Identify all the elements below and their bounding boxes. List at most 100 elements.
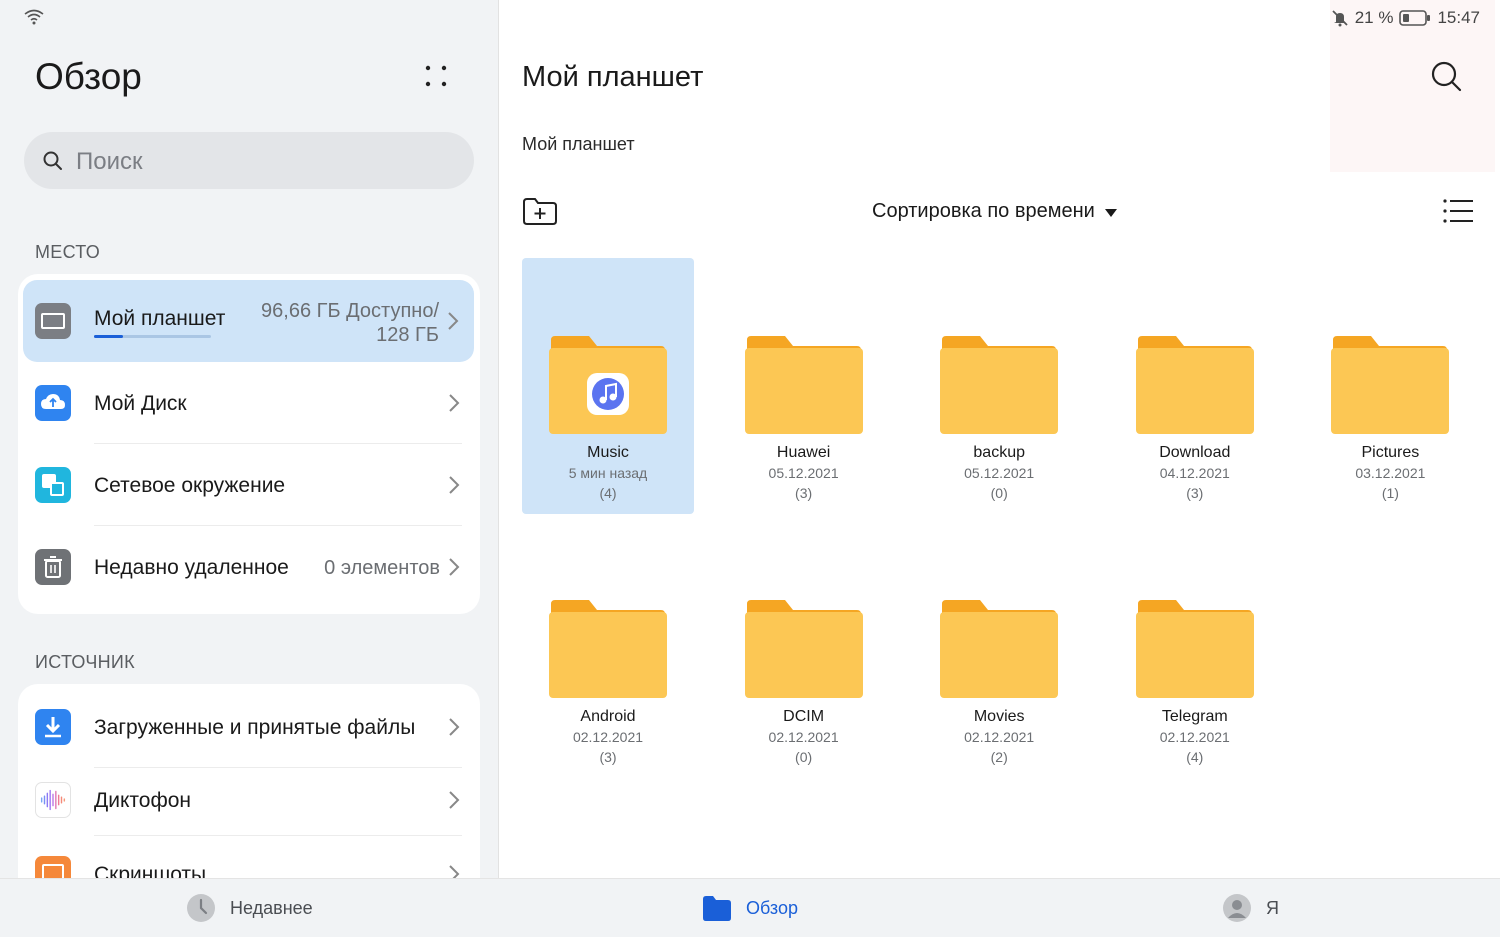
breadcrumb[interactable]: Мой планшет xyxy=(522,134,635,155)
nav-me[interactable]: Я xyxy=(1222,893,1279,923)
folder-tile[interactable]: Huawei 05.12.2021 (3) xyxy=(718,258,890,514)
folder-title: Мой планшет xyxy=(522,61,704,93)
chevron-right-icon xyxy=(449,865,460,878)
folder-icon xyxy=(1135,336,1254,434)
folder-tile[interactable]: Music 5 мин назад (4) xyxy=(522,258,694,514)
chevron-right-icon xyxy=(449,394,460,412)
folder-tile[interactable]: Download 04.12.2021 (3) xyxy=(1109,258,1281,514)
place-item-my-disk[interactable]: Мой Диск xyxy=(18,362,480,444)
folder-tile[interactable]: backup 05.12.2021 (0) xyxy=(913,258,1085,514)
folder-icon xyxy=(549,600,667,698)
storage-usage-bar xyxy=(94,335,211,338)
wifi-icon xyxy=(24,9,44,25)
nav-recent-label: Недавнее xyxy=(230,897,313,918)
nav-recent[interactable]: Недавнее xyxy=(186,893,313,923)
folder-item-count: (0) xyxy=(990,485,1008,501)
screenshot-icon xyxy=(35,856,71,878)
nav-browse-label: Обзор xyxy=(746,897,798,918)
chevron-right-icon xyxy=(449,476,460,494)
nav-me-label: Я xyxy=(1266,897,1279,918)
place-item-label: Сетевое окружение xyxy=(94,474,286,497)
folder-icon xyxy=(744,336,863,434)
folder-name: Pictures xyxy=(1361,444,1420,461)
folder-tile[interactable]: Movies 02.12.2021 (2) xyxy=(913,522,1085,778)
source-card: Загруженные и принятые файлы Диктофон Ск… xyxy=(18,684,480,878)
chevron-right-icon xyxy=(449,791,460,809)
folder-date: 03.12.2021 xyxy=(1355,465,1426,481)
source-item-recorder[interactable]: Диктофон xyxy=(18,762,480,836)
folder-item-count: (1) xyxy=(1381,485,1399,501)
more-options-icon[interactable] xyxy=(420,60,452,92)
folder-icon xyxy=(1135,600,1254,698)
source-item-label: Загруженные и принятые файлы xyxy=(94,716,416,739)
download-icon xyxy=(35,709,71,745)
network-icon xyxy=(35,467,71,503)
place-item-recently-deleted[interactable]: Недавно удаленное 0 элементов xyxy=(18,526,480,608)
mute-notifications-icon xyxy=(1332,10,1348,27)
profile-icon xyxy=(1223,894,1251,922)
folder-item-count: (3) xyxy=(599,749,617,765)
sort-label: Сортировка по времени xyxy=(872,200,1095,222)
storage-available: 96,66 ГБ Доступно/ 128 ГБ xyxy=(261,299,439,347)
source-item-downloads[interactable]: Загруженные и принятые файлы xyxy=(18,686,480,768)
folder-name: Movies xyxy=(973,708,1025,725)
bottom-navigation: Недавнее Обзор Я xyxy=(0,878,1500,937)
folder-grid: Music 5 мин назад (4) Huawei 05.12.2021 (3) ba… xyxy=(522,258,1482,818)
folder-date: 5 мин назад xyxy=(568,465,648,481)
folder-name: Telegram xyxy=(1161,708,1228,725)
folder-name: Huawei xyxy=(776,444,831,461)
folder-tile[interactable]: Android 02.12.2021 (3) xyxy=(522,522,694,778)
search-placeholder: Поиск xyxy=(76,148,143,175)
folder-icon xyxy=(549,336,667,434)
folder-icon xyxy=(940,600,1059,698)
source-item-label: Диктофон xyxy=(94,789,191,812)
storage-available-line1: 96,66 ГБ Доступно/ xyxy=(261,300,439,322)
trash-icon xyxy=(35,549,71,585)
folder-icon xyxy=(940,336,1059,434)
folder-tile[interactable]: DCIM 02.12.2021 (0) xyxy=(718,522,890,778)
nav-browse[interactable]: Обзор xyxy=(702,893,798,923)
folder-name: Android xyxy=(580,708,636,725)
folder-tile[interactable]: Pictures 03.12.2021 (1) xyxy=(1304,258,1476,514)
search-input[interactable]: Поиск xyxy=(24,132,474,189)
storage-available-line2: 128 ГБ xyxy=(376,324,439,346)
cloud-icon xyxy=(35,385,71,421)
folder-name: backup xyxy=(973,444,1025,461)
folder-name: DCIM xyxy=(783,708,825,725)
folder-date: 02.12.2021 xyxy=(964,729,1035,745)
list-view-icon[interactable] xyxy=(1442,198,1474,224)
section-label-place: МЕСТО xyxy=(35,242,101,262)
folder-item-count: (2) xyxy=(990,749,1008,765)
place-item-label: Мой Диск xyxy=(94,392,187,415)
storage-label: Мой планшет xyxy=(94,307,226,330)
folder-date: 04.12.2021 xyxy=(1159,465,1230,481)
clock-icon xyxy=(187,894,215,922)
section-label-source: ИСТОЧНИК xyxy=(35,652,135,672)
place-card: Мой планшет 96,66 ГБ Доступно/ 128 ГБ Мо… xyxy=(18,274,480,614)
folder-date: 05.12.2021 xyxy=(964,465,1035,481)
folder-icon xyxy=(744,600,863,698)
folder-date: 02.12.2021 xyxy=(1159,729,1230,745)
source-item-screenshots[interactable]: Скриншоты xyxy=(18,836,480,878)
caret-down-icon xyxy=(1104,208,1117,217)
folder-item-count: (3) xyxy=(795,485,813,501)
clock: 15:47 xyxy=(1437,8,1480,27)
place-item-network[interactable]: Сетевое окружение xyxy=(18,444,480,526)
status-bar: 21 % 15:47 xyxy=(1331,6,1480,30)
folder-date: 02.12.2021 xyxy=(572,729,644,745)
place-item-label: Недавно удаленное xyxy=(94,556,289,579)
search-icon[interactable] xyxy=(1428,58,1464,94)
sort-dropdown[interactable]: Сортировка по времени xyxy=(872,200,1117,223)
folder-tile[interactable]: Telegram 02.12.2021 (4) xyxy=(1109,522,1281,778)
folder-name: Music xyxy=(587,444,629,461)
storage-my-tablet[interactable]: Мой планшет 96,66 ГБ Доступно/ 128 ГБ xyxy=(23,280,474,362)
sidebar: Обзор Поиск МЕСТО Мой планшет 96,66 ГБ Д… xyxy=(0,0,498,878)
battery-icon xyxy=(1399,10,1431,26)
page-title: Обзор xyxy=(35,56,142,97)
tablet-icon xyxy=(35,303,71,339)
new-folder-icon[interactable] xyxy=(522,196,558,226)
search-icon xyxy=(43,151,62,170)
folder-icon xyxy=(703,896,731,921)
folder-date: 02.12.2021 xyxy=(768,729,839,745)
folder-item-count: (0) xyxy=(795,749,813,765)
